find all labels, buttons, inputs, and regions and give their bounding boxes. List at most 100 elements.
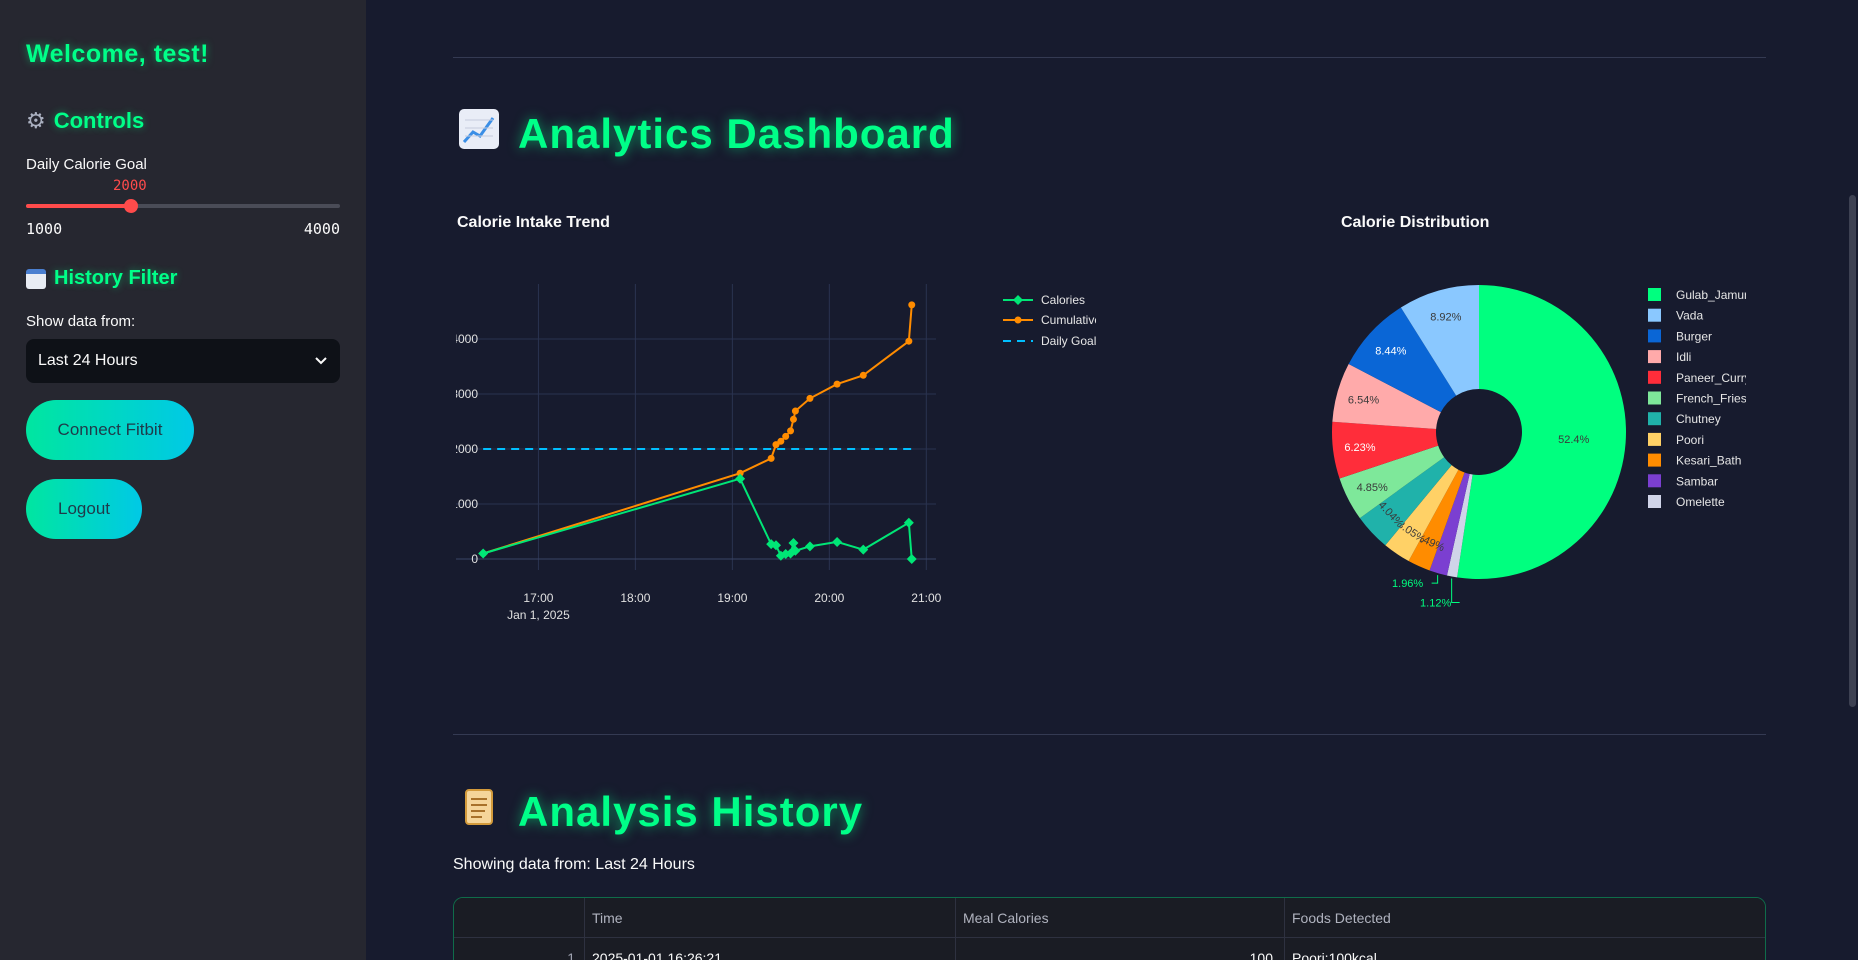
column-separator xyxy=(1284,898,1285,960)
slider-min-label: 1000 xyxy=(26,220,63,238)
sidebar: Welcome, test! ⚙ Controls Daily Calorie … xyxy=(0,0,366,960)
pie-slice-label: 1.96% xyxy=(1392,578,1423,590)
legend-label[interactable]: Idli xyxy=(1676,350,1691,364)
slider-thumb[interactable] xyxy=(123,199,138,213)
table-cell-foods[interactable]: Poori:100kcal xyxy=(1292,950,1377,960)
legend-label[interactable]: Omelette xyxy=(1676,495,1725,509)
legend-swatch[interactable] xyxy=(1648,391,1661,405)
legend-label[interactable]: Paneer_Curry xyxy=(1676,371,1746,385)
calories-point[interactable] xyxy=(788,538,799,549)
legend-swatch[interactable] xyxy=(1648,308,1661,322)
calories-point[interactable] xyxy=(832,536,843,547)
legend-label[interactable]: Kesari_Bath xyxy=(1676,454,1741,468)
analysis-history-title: Analysis History xyxy=(518,788,864,835)
cumulative-point[interactable] xyxy=(782,432,790,440)
column-header-time[interactable]: Time xyxy=(592,910,623,926)
calories-point[interactable] xyxy=(858,544,869,555)
time-range-select[interactable]: Last 24 Hours xyxy=(26,339,340,383)
pie-slice-label: 6.54% xyxy=(1348,394,1379,406)
pie-slice-label: 52.4% xyxy=(1558,434,1589,446)
x-tick-label: 19:00 xyxy=(717,591,747,605)
legend-label[interactable]: Calories xyxy=(1041,293,1085,307)
x-tick-label: 17:00 xyxy=(523,591,553,605)
y-tick-label: 1000 xyxy=(456,497,478,511)
legend-label[interactable]: French_Fries xyxy=(1676,392,1746,406)
legend-label[interactable]: Vada xyxy=(1676,309,1703,323)
connect-fitbit-button[interactable]: Connect Fitbit xyxy=(26,400,194,460)
legend-label[interactable]: Poori xyxy=(1676,433,1704,447)
cumulative-point[interactable] xyxy=(905,337,913,345)
column-separator xyxy=(955,898,956,960)
dashboard-heading: Analytics Dashboard xyxy=(458,108,955,160)
pie-slice-label: 1.12% xyxy=(1420,597,1451,609)
y-tick-label: 2000 xyxy=(456,442,478,456)
legend-swatch[interactable] xyxy=(1648,288,1661,301)
calories-point[interactable] xyxy=(478,548,489,559)
x-tick-label: 20:00 xyxy=(814,591,844,605)
slider-fill xyxy=(26,204,131,208)
column-header-meal-calories[interactable]: Meal Calories xyxy=(963,910,1049,926)
slider-max-label: 4000 xyxy=(303,220,340,238)
cumulative-point[interactable] xyxy=(787,427,795,435)
section-divider xyxy=(453,734,1766,735)
legend-swatch[interactable] xyxy=(1648,370,1661,384)
cumulative-point[interactable] xyxy=(767,454,775,462)
history-filter-label: History Filter xyxy=(54,267,178,289)
calories-point[interactable] xyxy=(804,541,815,552)
legend-label[interactable]: Gulab_Jamun xyxy=(1676,288,1746,302)
cumulative-point[interactable] xyxy=(806,394,814,402)
legend-swatch[interactable] xyxy=(1648,412,1661,426)
calorie-goal-label: Daily Calorie Goal xyxy=(26,156,147,173)
main-content: Analytics Dashboard Calorie Intake Trend… xyxy=(366,0,1858,960)
x-tick-sublabel: Jan 1, 2025 xyxy=(507,608,570,622)
chart-increasing-icon xyxy=(458,108,500,160)
series-line-cumulative-calories[interactable] xyxy=(482,304,913,555)
series-line-calories[interactable] xyxy=(482,477,913,560)
legend-swatch[interactable] xyxy=(1648,432,1661,446)
legend-label[interactable]: Burger xyxy=(1676,329,1712,343)
cumulative-point[interactable] xyxy=(833,380,841,388)
calorie-goal-slider[interactable] xyxy=(26,199,340,213)
cumulative-point[interactable] xyxy=(791,407,799,415)
calendar-icon xyxy=(26,268,46,289)
legend-label[interactable]: Cumulative Calories xyxy=(1041,313,1096,327)
calories-point[interactable] xyxy=(903,517,914,528)
legend-swatch[interactable] xyxy=(1648,329,1661,343)
calories-point[interactable] xyxy=(906,554,917,564)
pie-slice-gulab_jamun[interactable] xyxy=(1457,285,1626,579)
chevron-down-icon xyxy=(315,357,327,365)
scroll-icon xyxy=(458,786,500,838)
x-tick-label: 18:00 xyxy=(620,591,650,605)
legend-marker xyxy=(1013,295,1023,305)
column-separator xyxy=(584,898,585,960)
legend-label[interactable]: Daily Goal xyxy=(1041,334,1096,348)
cumulative-point[interactable] xyxy=(789,415,797,423)
dashboard-title: Analytics Dashboard xyxy=(518,110,955,157)
calorie-distribution-chart[interactable]: 52.4%1.12%1.96%2.49%3.05%4.04%4.85%6.23%… xyxy=(1326,270,1746,620)
legend-swatch[interactable] xyxy=(1648,453,1661,467)
legend-swatch[interactable] xyxy=(1648,474,1661,488)
distribution-chart-title: Calorie Distribution xyxy=(1341,214,1490,231)
column-header-foods-detected[interactable]: Foods Detected xyxy=(1292,910,1391,926)
legend-label[interactable]: Chutney xyxy=(1676,412,1721,426)
cumulative-point[interactable] xyxy=(859,371,867,379)
table-cell-time[interactable]: 2025-01-01 16:26:21 xyxy=(592,950,722,960)
history-filter-heading: History Filter xyxy=(26,267,177,290)
showing-data-text: Showing data from: Last 24 Hours xyxy=(453,856,695,873)
history-table: Time Meal Calories Foods Detected 1 2025… xyxy=(453,897,1766,960)
y-tick-label: 0 xyxy=(471,552,478,566)
logout-button[interactable]: Logout xyxy=(26,479,142,539)
pie-slice-label: 8.44% xyxy=(1375,346,1406,358)
table-cell-calories[interactable]: 100 xyxy=(1250,950,1273,960)
time-range-value: Last 24 Hours xyxy=(38,352,138,369)
legend-label[interactable]: Sambar xyxy=(1676,474,1718,488)
show-data-label: Show data from: xyxy=(26,313,136,330)
page-scrollbar[interactable] xyxy=(1849,195,1856,707)
y-tick-label: 3000 xyxy=(456,387,478,401)
pie-slice-label: 8.92% xyxy=(1430,312,1461,324)
calorie-trend-chart[interactable]: 17:00 18:00 19:00 20:00 21:00 Jan 1, 2025 0 100… xyxy=(456,270,1096,640)
legend-swatch[interactable] xyxy=(1648,495,1661,508)
table-header xyxy=(454,898,1765,938)
cumulative-point[interactable] xyxy=(908,301,916,309)
legend-swatch[interactable] xyxy=(1648,350,1661,364)
